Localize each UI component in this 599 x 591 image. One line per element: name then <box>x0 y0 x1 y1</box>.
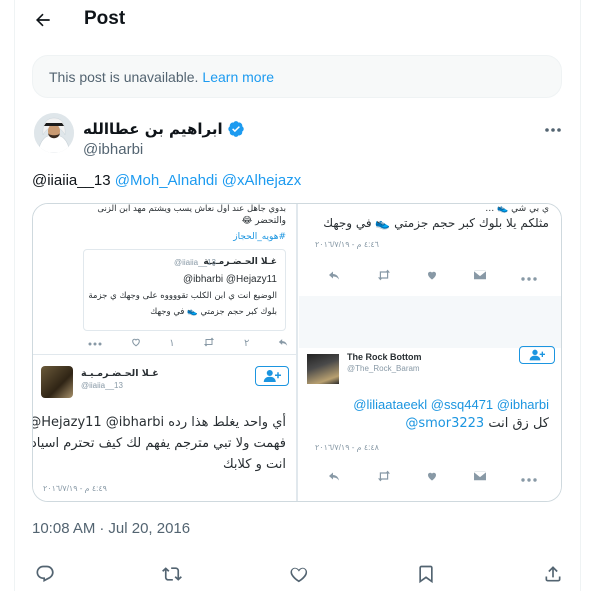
reply-to-handle[interactable]: @iiaiia__13 <box>32 172 111 189</box>
learn-more-link[interactable]: Learn more <box>202 69 274 85</box>
embedded-timestamp: ٤:٤٦ م - ٢٠١٦/٧/١٩ <box>315 240 379 249</box>
embedded-avatar <box>307 354 339 384</box>
embedded-tweet-text: @smor3223 كل زق انت <box>405 416 549 431</box>
embedded-like-icon <box>426 268 438 286</box>
embedded-more-icon <box>521 268 537 286</box>
follow-person-icon <box>519 346 555 364</box>
embedded-author-name: غـلا الحـضـرمـيـة <box>81 368 159 379</box>
quoted-text: الوضيع انت ي ابن الكلب تقووووه على وجهك … <box>88 291 277 301</box>
quoted-text: @ibharbi @Hejazy11 <box>182 274 277 285</box>
embedded-author-handle: @iiaiia__13 <box>81 381 123 390</box>
embedded-author-name: The Rock Bottom <box>347 352 422 362</box>
unavailable-notice: This post is unavailable. Learn more <box>32 55 562 98</box>
embedded-tweet-text: انت و كلابك <box>222 457 286 472</box>
more-options-icon[interactable] <box>543 122 563 138</box>
author-name-row[interactable]: ابراهيم بن عطاالله <box>83 120 245 138</box>
embedded-author-handle: @The_Rock_Baram <box>347 364 420 373</box>
embedded-reply-icon <box>278 337 288 350</box>
embedded-actions <box>327 268 537 286</box>
verified-badge-icon <box>227 120 245 138</box>
embedded-timestamp: ٤:٤٨ م - ٢٠١٦/٧/١٩ <box>315 443 379 452</box>
avatar[interactable] <box>34 113 74 153</box>
embedded-dm-icon <box>472 268 487 286</box>
embedded-more-icon <box>88 338 102 349</box>
embedded-actions: ١ ٢ <box>88 336 288 350</box>
embedded-retweet-icon <box>203 337 215 350</box>
separator-band <box>299 296 561 348</box>
embedded-more-icon <box>521 469 537 487</box>
embedded-text: ي بي شي 👟 … <box>485 204 549 214</box>
post-column: Post This post is unavailable. Learn mor… <box>14 0 581 591</box>
embedded-reply-icon <box>327 469 341 487</box>
embedded-reply-icon <box>327 268 341 286</box>
embedded-text: والتحضر 😂 <box>241 216 286 226</box>
embedded-text: كل زق انت <box>488 416 549 431</box>
embedded-like-icon <box>426 469 438 487</box>
follow-person-icon <box>255 366 289 386</box>
embedded-text: بدوي جاهل عند اول نعاش يسب ويشتم مهد ابن… <box>97 204 286 214</box>
screenshot-right: ي بي شي 👟 … مثلكم يلا بلوك كبر حجم جزمتي… <box>299 204 561 501</box>
post-date: Jul 20, 2016 <box>108 520 191 537</box>
notice-text: This post is unavailable. <box>49 68 199 85</box>
post-timestamp[interactable]: 10:08 AM · Jul 20, 2016 <box>32 520 190 537</box>
retweet-icon[interactable] <box>161 563 183 585</box>
embedded-mention: @smor3223 <box>405 416 485 431</box>
author-handle[interactable]: @ibharbi <box>83 141 143 158</box>
share-icon[interactable] <box>542 563 564 585</box>
arrow-left-icon[interactable] <box>32 9 54 31</box>
embedded-dm-icon <box>472 469 487 487</box>
embedded-retweet-icon <box>376 268 392 286</box>
attached-image[interactable]: بدوي جاهل عند اول نعاش يسب ويشتم مهد ابن… <box>32 203 562 502</box>
mention-link[interactable]: @xAlhejazx <box>222 172 301 189</box>
embedded-retweet-icon <box>376 469 392 487</box>
quoted-text: بلوك كبر حجم جزمتي 👟 في وجهك <box>150 307 277 317</box>
embedded-mentions: @liliaataeekl @ssq4471 @ibharbi <box>353 397 549 412</box>
embedded-tweet-text: @Hejazy11 @ibharbi أي واحد يغلط هذا رده <box>33 415 286 430</box>
quoted-tweet: غـلا الحـضـرمـيـة @iiaiia__13 @ibharbi @… <box>83 249 286 331</box>
author-name: ابراهيم بن عطاالله <box>83 120 223 138</box>
embedded-retweet-count: ٢ <box>243 337 250 349</box>
header: Post <box>15 0 580 40</box>
embedded-tweet-text: @Hejazy11 @ibharbi أي واحد يغلط هذا رده <box>33 415 286 430</box>
mention-link[interactable]: @Moh_Alnahdi <box>115 172 218 189</box>
embedded-avatar <box>41 366 73 398</box>
quoted-author-handle: @iiaiia__13 <box>174 258 216 267</box>
bookmark-icon[interactable] <box>415 563 437 585</box>
tweet-text: @iiaiia__13 @Moh_Alnahdi @xAlhejazx <box>32 172 301 189</box>
embedded-hashtag: #هويه_الحجاز <box>233 232 286 242</box>
embedded-actions <box>327 469 537 487</box>
embedded-like-icon <box>131 337 141 350</box>
embedded-text: مثلكم يلا بلوك كبر حجم جزمتي 👟 في وجهك <box>323 216 549 230</box>
divider <box>33 354 296 355</box>
embedded-like-count: ١ <box>169 337 175 349</box>
embedded-timestamp: ٤:٤٩ م - ٢٠١٦/٧/١٩ <box>43 484 107 493</box>
screenshot-left: بدوي جاهل عند اول نعاش يسب ويشتم مهد ابن… <box>33 204 298 501</box>
reply-icon[interactable] <box>34 563 56 585</box>
embedded-tweet-text: فهمت ولا تبي مترجم يفهم لك كيف تحترم اسي… <box>33 436 286 451</box>
page-title: Post <box>84 8 126 29</box>
like-icon[interactable] <box>288 563 310 585</box>
post-actions <box>34 563 564 585</box>
post-time: 10:08 AM <box>32 520 96 537</box>
